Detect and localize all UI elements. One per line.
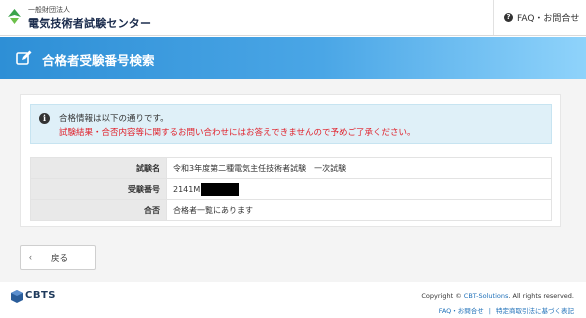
exam-name-value: 令和3年度第二種電気主任技術者試験 一次試験 — [166, 157, 552, 179]
pass-fail-label: 合否 — [30, 199, 167, 221]
chevron-left-icon: ‹ — [29, 252, 32, 262]
footer-link-separator: | — [488, 307, 491, 315]
faq-contact-link[interactable]: ? FAQ・お問合せ — [504, 11, 579, 24]
redacted-block — [201, 182, 240, 196]
site-header: 一般財団法人 電気技術者試験センター ? FAQ・お問合せ — [0, 0, 586, 36]
main-content: i 合格情報は以下の通りです。 試験結果・合否内容等に関するお問い合わせにはお答… — [0, 79, 586, 282]
page-title-bar: 合格者受験番号検索 — [0, 37, 586, 79]
table-row: 受験番号 2141M — [30, 178, 552, 200]
info-alert: i 合格情報は以下の通りです。 試験結果・合否内容等に関するお問い合わせにはお答… — [30, 104, 552, 144]
footer-legal-link[interactable]: 特定商取引法に基づく表記 — [496, 307, 574, 315]
back-button[interactable]: ‹ 戻る — [20, 245, 96, 270]
page-title: 合格者受験番号検索 — [42, 53, 155, 68]
back-button-label: 戻る — [51, 253, 69, 263]
rieej-logo-icon[interactable] — [8, 9, 21, 24]
table-row: 合否 合格者一覧にあります — [30, 199, 552, 221]
copyright-suffix: . All rights reserved. — [508, 292, 574, 300]
exam-number-value: 2141M — [173, 184, 201, 194]
pass-fail-value: 合格者一覧にあります — [166, 199, 552, 221]
cbt-solutions-link[interactable]: CBT-Solutions — [464, 292, 509, 300]
alert-message: 合格情報は以下の通りです。 — [59, 114, 169, 124]
info-circle-icon: i — [39, 113, 50, 124]
question-circle-icon: ? — [504, 13, 513, 22]
footer-faq-link[interactable]: FAQ・お問合せ — [439, 307, 484, 315]
exam-number-cell: 2141M — [166, 178, 552, 200]
alert-warning: 試験結果・合否内容等に関するお問い合わせにはお答えできませんので予めご了承くださ… — [59, 128, 416, 138]
cbts-logo-text: CBTS — [25, 290, 56, 301]
result-card: i 合格情報は以下の通りです。 試験結果・合否内容等に関するお問い合わせにはお答… — [20, 94, 561, 227]
org-subtitle: 一般財団法人 — [28, 6, 70, 14]
edit-icon — [16, 50, 32, 65]
site-footer: CBTS Copyright © CBT-Solutions. All righ… — [0, 282, 586, 318]
faq-contact-label: FAQ・お問合せ — [517, 14, 580, 24]
footer-links: FAQ・お問合せ | 特定商取引法に基づく表記 — [439, 305, 574, 315]
result-table: 試験名 令和3年度第二種電気主任技術者試験 一次試験 受験番号 2141M 合否… — [30, 157, 552, 221]
org-name[interactable]: 電気技術者試験センター — [28, 15, 151, 31]
copyright: Copyright © CBT-Solutions. All rights re… — [421, 292, 574, 300]
copyright-prefix: Copyright © — [421, 292, 464, 300]
table-row: 試験名 令和3年度第二種電気主任技術者試験 一次試験 — [30, 157, 552, 179]
header-divider — [493, 0, 494, 35]
exam-number-label: 受験番号 — [30, 178, 167, 200]
exam-name-label: 試験名 — [30, 157, 167, 179]
